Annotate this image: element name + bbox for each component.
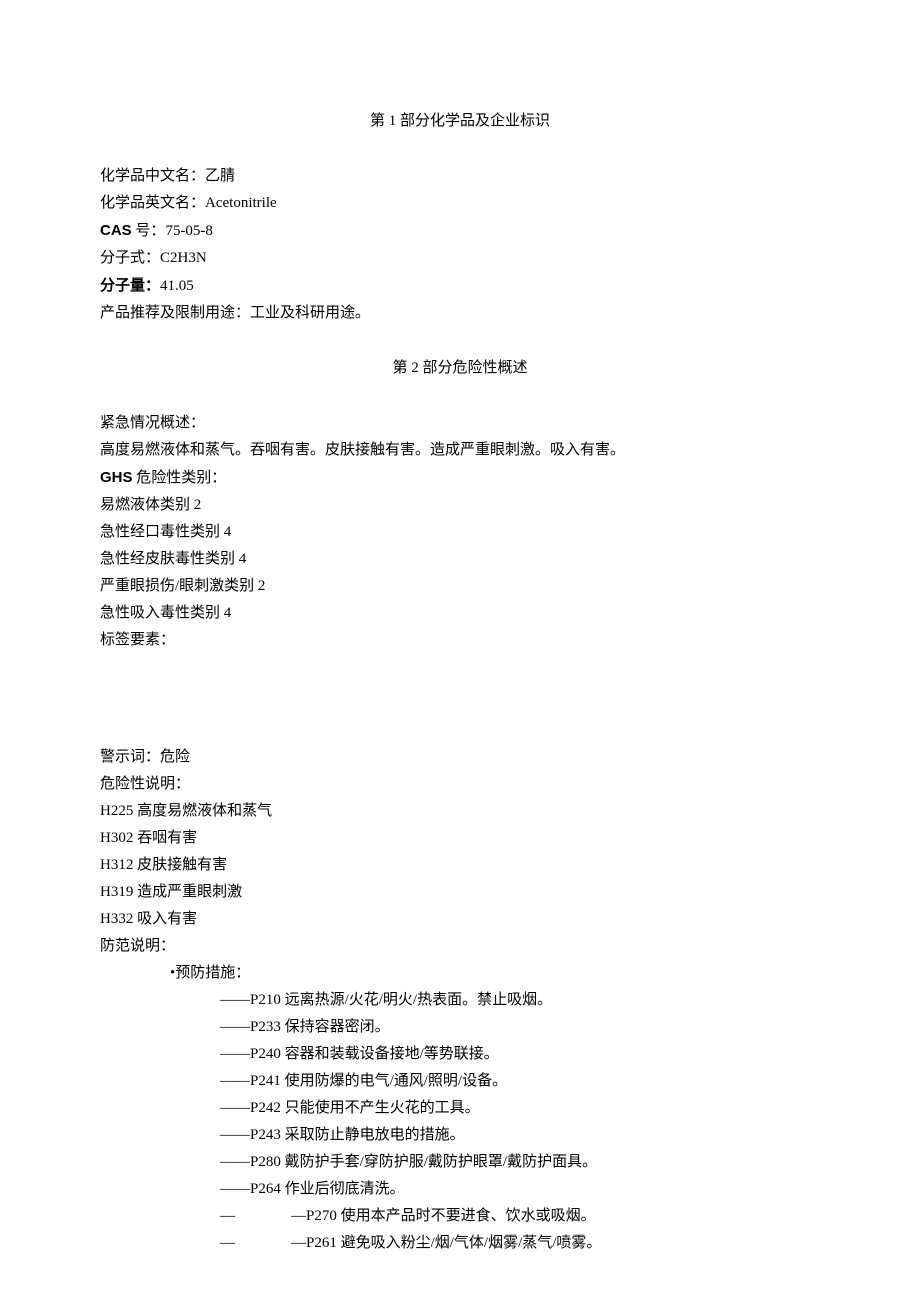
- cas-row: CAS 号：75-05-8: [100, 217, 820, 245]
- signal-word-value: 危险: [160, 749, 190, 765]
- hazard-statement-item: H312 皮肤接触有害: [100, 852, 820, 879]
- ghs-label-row: GHS 危险性类别：: [100, 464, 820, 492]
- prevention-item: ——P210 远离热源/火花/明火/热表面。禁止吸烟。: [100, 987, 820, 1014]
- mw-row: 分子量：41.05: [100, 272, 820, 300]
- hazard-statement-item: H319 造成严重眼刺激: [100, 879, 820, 906]
- english-name-label: 化学品英文名：: [100, 195, 205, 211]
- pictogram-placeholder: [100, 654, 820, 744]
- chinese-name-row: 化学品中文名：乙腈: [100, 163, 820, 190]
- ghs-category-item: 易燃液体类别 2: [100, 492, 820, 519]
- signal-word-row: 警示词：危险: [100, 744, 820, 771]
- signal-word-label: 警示词：: [100, 749, 160, 765]
- usage-value: 工业及科研用途。: [250, 305, 370, 321]
- precaution-label: 防范说明：: [100, 933, 820, 960]
- prevention-item: ——P243 采取防止静电放电的措施。: [100, 1122, 820, 1149]
- usage-label: 产品推荐及限制用途：: [100, 305, 250, 321]
- section-1-title: 第 1 部分化学品及企业标识: [100, 108, 820, 135]
- prevention-item-spaced: — —P270 使用本产品时不要进食、饮水或吸烟。: [100, 1203, 820, 1230]
- formula-value: C2H3N: [160, 250, 207, 266]
- english-name-row: 化学品英文名：Acetonitrile: [100, 190, 820, 217]
- usage-row: 产品推荐及限制用途：工业及科研用途。: [100, 300, 820, 327]
- rest-part: —P261 避免吸入粉尘/烟/气体/烟雾/蒸气/喷雾。: [291, 1235, 601, 1251]
- mw-value: 41.05: [160, 278, 194, 294]
- cas-label: CAS: [100, 222, 132, 239]
- english-name-value: Acetonitrile: [205, 195, 277, 211]
- prevention-item-spaced: — —P261 避免吸入粉尘/烟/气体/烟雾/蒸气/喷雾。: [100, 1230, 820, 1257]
- formula-label: 分子式：: [100, 250, 160, 266]
- ghs-category-item: 急性吸入毒性类别 4: [100, 600, 820, 627]
- ghs-label: GHS: [100, 469, 133, 486]
- prevention-heading: •预防措施：: [100, 960, 820, 987]
- prevention-item: ——P280 戴防护手套/穿防护服/戴防护眼罩/戴防护面具。: [100, 1149, 820, 1176]
- hazard-statement-label: 危险性说明：: [100, 771, 820, 798]
- prevention-item: ——P242 只能使用不产生火花的工具。: [100, 1095, 820, 1122]
- ghs-suffix: 危险性类别：: [133, 470, 227, 486]
- prevention-item: ——P240 容器和装载设备接地/等势联接。: [100, 1041, 820, 1068]
- mw-label: 分子量：: [100, 277, 160, 294]
- hazard-statement-item: H225 高度易燃液体和蒸气: [100, 798, 820, 825]
- ghs-category-item: 急性经皮肤毒性类别 4: [100, 546, 820, 573]
- rest-part: —P270 使用本产品时不要进食、饮水或吸烟。: [291, 1208, 596, 1224]
- prevention-heading-text: •预防措施：: [170, 965, 250, 981]
- ghs-category-item: 严重眼损伤/眼刺激类别 2: [100, 573, 820, 600]
- formula-row: 分子式：C2H3N: [100, 245, 820, 272]
- label-elements: 标签要素：: [100, 627, 820, 654]
- section-2-title: 第 2 部分危险性概述: [100, 355, 820, 382]
- dash-part: —: [220, 1235, 235, 1251]
- prevention-item: ——P233 保持容器密闭。: [100, 1014, 820, 1041]
- emergency-text: 高度易燃液体和蒸气。吞咽有害。皮肤接触有害。造成严重眼刺激。吸入有害。: [100, 437, 820, 464]
- cas-suffix: 号：: [132, 223, 166, 239]
- ghs-category-item: 急性经口毒性类别 4: [100, 519, 820, 546]
- prevention-item: ——P241 使用防爆的电气/通风/照明/设备。: [100, 1068, 820, 1095]
- chinese-name-value: 乙腈: [205, 168, 235, 184]
- emergency-label: 紧急情况概述：: [100, 410, 820, 437]
- prevention-item: ——P264 作业后彻底清洗。: [100, 1176, 820, 1203]
- dash-part: —: [220, 1208, 235, 1224]
- cas-value: 75-05-8: [165, 223, 213, 239]
- hazard-statement-item: H302 吞咽有害: [100, 825, 820, 852]
- chinese-name-label: 化学品中文名：: [100, 168, 205, 184]
- hazard-statement-item: H332 吸入有害: [100, 906, 820, 933]
